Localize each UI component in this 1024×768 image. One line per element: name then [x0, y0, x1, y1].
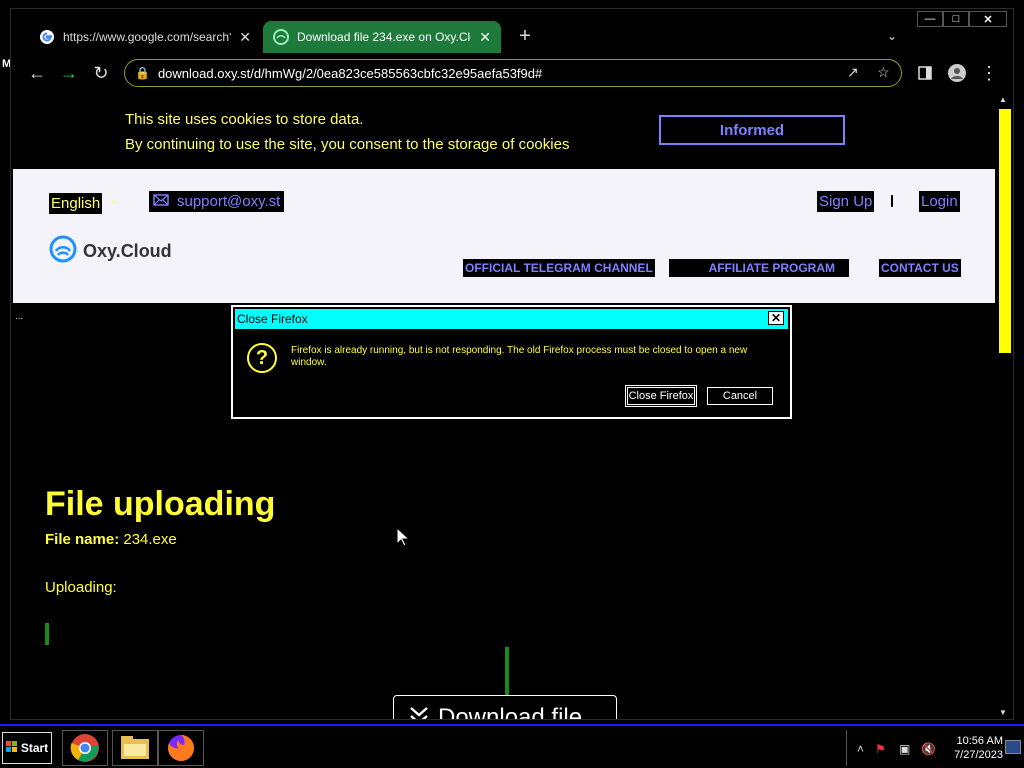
language-caret-icon[interactable]: ⌄ [109, 193, 119, 207]
window-close-button[interactable]: ✕ [969, 11, 1007, 27]
support-email-link[interactable]: support@oxy.st [149, 191, 285, 212]
upload-progress-bar [45, 623, 49, 645]
tab-search-chevron-icon[interactable]: ⌄ [887, 29, 897, 43]
cancel-button[interactable]: Cancel [707, 387, 773, 405]
dialog-title-bar: Close Firefox ✕ [235, 309, 788, 329]
cookie-banner: This site uses cookies to store data. By… [13, 93, 995, 169]
chrome-icon[interactable] [62, 730, 108, 766]
language-selector[interactable]: English [49, 193, 103, 214]
menu-kebab-icon[interactable]: ⋮ [977, 61, 1001, 85]
clock[interactable]: 10:56 AM 7/27/2023 [941, 734, 1003, 762]
maximize-button[interactable]: □ [943, 11, 969, 27]
show-desktop-button[interactable] [1005, 740, 1021, 754]
dialog-close-icon[interactable]: ✕ [768, 311, 784, 325]
download-file-label: Download file [438, 704, 583, 719]
file-name-row: File name: 234.exe [45, 531, 177, 548]
oxy-cloud-icon [273, 29, 289, 45]
clock-time: 10:56 AM [956, 735, 1003, 747]
address-bar[interactable]: 🔒 download.oxy.st/d/hmWg/2/0ea823ce58556… [124, 59, 902, 87]
tab-google-search[interactable]: https://www.google.com/search?q= ✕ [29, 21, 261, 53]
close-tab-icon[interactable]: ✕ [479, 29, 491, 46]
scroll-down-arrow-icon[interactable]: ▼ [999, 708, 1007, 717]
site-header: English ⌄ support@oxy.st Sign Up Login O… [13, 169, 995, 303]
browser-toolbar: ← → ↻ 🔒 download.oxy.st/d/hmWg/2/0ea823c… [11, 57, 1013, 89]
forward-arrow-icon[interactable]: → [57, 61, 81, 85]
action-center-flag-icon[interactable]: ⚑ [875, 742, 886, 756]
bookmark-star-icon[interactable]: ☆ [877, 64, 890, 81]
side-panel-icon[interactable] [913, 61, 937, 85]
nav-contact-us[interactable]: CONTACT US [879, 259, 961, 277]
network-icon[interactable]: ▣ [899, 742, 910, 756]
double-chevron-down-icon [408, 704, 430, 719]
profile-avatar-icon[interactable] [945, 61, 969, 85]
taskbar: Start ˄ ⚑ ▣ 🔇 10:56 AM 7/27/2023 [0, 724, 1024, 768]
mail-icon [153, 193, 169, 210]
scrollbar-thumb[interactable] [999, 109, 1011, 353]
nav-telegram-channel[interactable]: OFFICIAL TELEGRAM CHANNEL [463, 259, 655, 277]
cookie-message: This site uses cookies to store data. By… [125, 107, 569, 157]
nav-affiliate-program[interactable]: AFFILIATE PROGRAM [669, 259, 849, 277]
login-link[interactable]: Login [919, 191, 960, 212]
tab-strip: https://www.google.com/search?q= ✕ Downl… [11, 9, 1013, 57]
vertical-scrollbar[interactable]: ▲ ▼ [995, 93, 1013, 719]
ellipsis-marker: ... [15, 311, 24, 322]
file-name-value: 234.exe [123, 531, 177, 548]
reload-icon[interactable]: ↻ [89, 61, 113, 85]
url-text: download.oxy.st/d/hmWg/2/0ea823ce585563c… [157, 65, 543, 81]
cookie-line-2: By continuing to use the site, you conse… [125, 136, 570, 153]
header-separator [891, 195, 893, 207]
logo-text: Oxy.Cloud [83, 241, 172, 261]
volume-muted-icon[interactable]: 🔇 [921, 742, 936, 756]
cookie-informed-button[interactable]: Informed [659, 115, 845, 145]
start-label: Start [20, 741, 49, 755]
start-button[interactable]: Start [2, 732, 52, 764]
dialog-message: Firefox is already running, but is not r… [291, 345, 748, 368]
site-logo[interactable]: Oxy.Cloud [49, 235, 172, 268]
page-title: File uploading [45, 485, 276, 523]
google-icon [39, 29, 55, 45]
oxy-cloud-logo-icon [49, 235, 77, 268]
system-tray: ˄ ⚑ ▣ 🔇 10:56 AM 7/27/2023 [846, 730, 1024, 766]
firefox-icon[interactable] [158, 730, 204, 766]
tab-title: https://www.google.com/search?q= [63, 30, 232, 44]
windows-logo-icon [5, 740, 18, 756]
tab-title: Download file 234.exe on Oxy.Cloud [297, 30, 472, 44]
file-explorer-icon[interactable] [112, 730, 158, 766]
cookie-line-1: This site uses cookies to store data. [125, 111, 364, 128]
tray-expand-icon[interactable]: ˄ [857, 742, 864, 756]
close-firefox-dialog: Close Firefox ✕ ? Firefox is already run… [231, 305, 792, 419]
close-firefox-button[interactable]: Close Firefox [625, 385, 697, 407]
new-tab-button[interactable]: + [513, 25, 537, 48]
desktop: M https://www.google.com/search?q= ✕ Dow… [0, 0, 1024, 768]
uploading-label: Uploading: [45, 579, 117, 596]
sign-up-link[interactable]: Sign Up [817, 191, 875, 212]
question-icon: ? [247, 343, 277, 373]
minimize-button[interactable]: — [917, 11, 943, 27]
progress-marker [505, 647, 509, 697]
file-name-label: File name: [45, 531, 120, 548]
close-tab-icon[interactable]: ✕ [239, 29, 251, 46]
lock-icon: 🔒 [135, 66, 150, 80]
tab-oxy-cloud[interactable]: Download file 234.exe on Oxy.Cloud ✕ [263, 21, 501, 53]
scroll-up-arrow-icon[interactable]: ▲ [999, 95, 1007, 104]
share-icon[interactable]: ↗ [847, 64, 859, 81]
dialog-title: Close Firefox [237, 312, 308, 326]
clock-date: 7/27/2023 [954, 749, 1003, 761]
download-file-button[interactable]: Download file [393, 695, 617, 719]
back-arrow-icon[interactable]: ← [25, 61, 49, 85]
support-email: support@oxy.st [177, 193, 281, 210]
